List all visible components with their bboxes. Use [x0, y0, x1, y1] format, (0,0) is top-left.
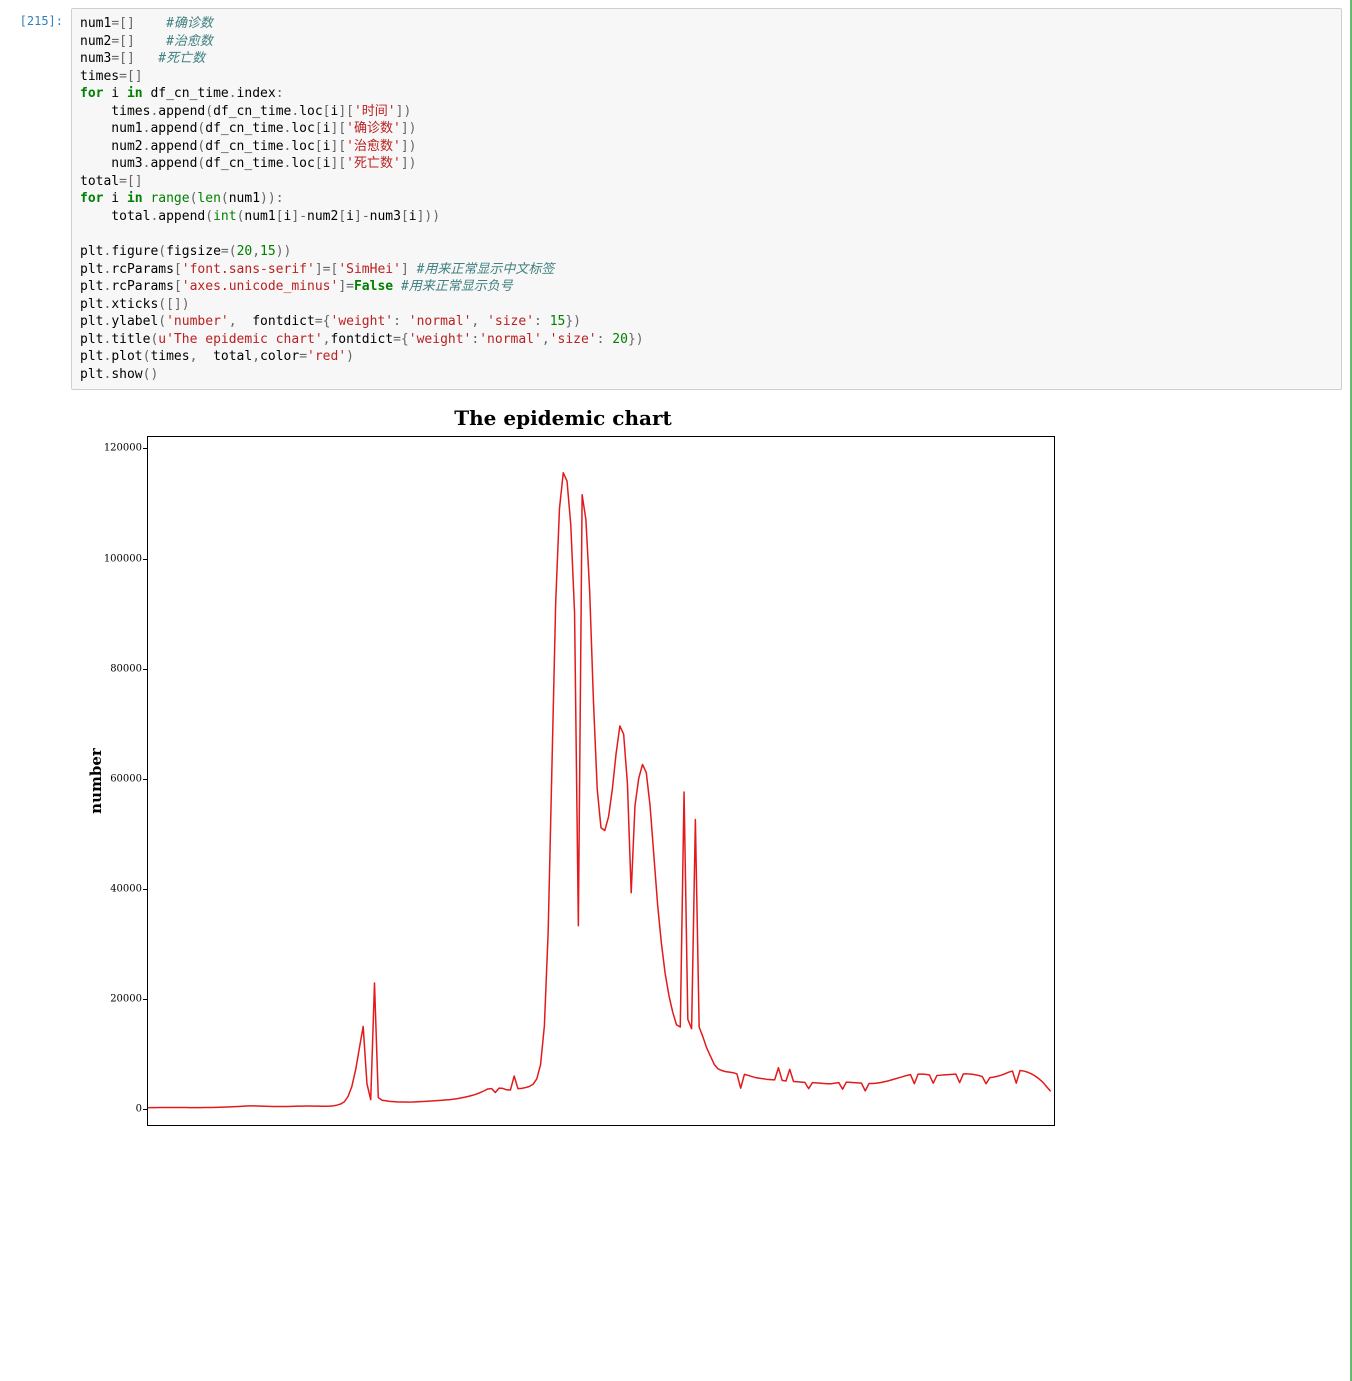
ytick-label: 100000: [104, 553, 148, 564]
code-cell: [215]: num1=[] #确诊数 num2=[] #治愈数 num3=[]…: [8, 8, 1342, 390]
output-cell: The epidemic chart number 02000040000600…: [8, 400, 1342, 1156]
output-area: The epidemic chart number 02000040000600…: [63, 400, 1342, 1156]
input-prompt: [215]:: [8, 8, 71, 28]
plot-svg: [148, 437, 1054, 1125]
ytick-mark: [143, 779, 148, 780]
ytick-mark: [143, 669, 148, 670]
ytick-mark: [143, 448, 148, 449]
code-input-area[interactable]: num1=[] #确诊数 num2=[] #治愈数 num3=[] #死亡数 t…: [71, 8, 1342, 390]
output-prompt-spacer: [8, 400, 63, 1156]
chart-ylabel: number: [87, 749, 105, 815]
ytick-mark: [143, 559, 148, 560]
ytick-mark: [143, 889, 148, 890]
ytick-mark: [143, 999, 148, 1000]
code-text[interactable]: num1=[] #确诊数 num2=[] #治愈数 num3=[] #死亡数 t…: [80, 15, 1333, 383]
chart-series-line: [148, 473, 1050, 1108]
chart-figure: The epidemic chart number 02000040000600…: [63, 406, 1063, 1156]
ytick-label: 120000: [104, 443, 148, 454]
plot-frame: 020000400006000080000100000120000: [147, 436, 1055, 1126]
ytick-mark: [143, 1109, 148, 1110]
chart-title: The epidemic chart: [63, 406, 1063, 430]
